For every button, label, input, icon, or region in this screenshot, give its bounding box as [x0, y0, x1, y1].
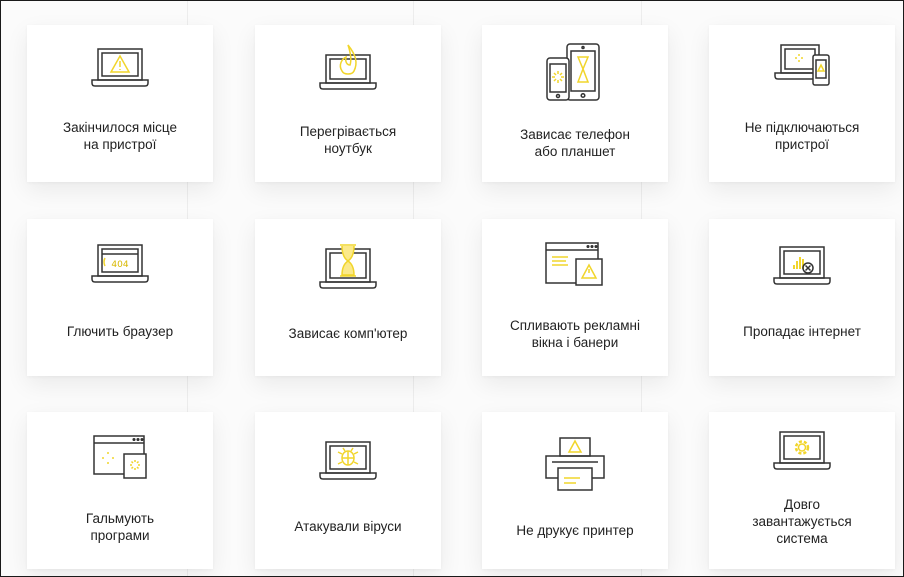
service-card[interactable]: Зависає комп'ютер [255, 219, 441, 376]
service-label: Зависає комп'ютер [288, 326, 408, 341]
service-label: Перегрівається ноутбук [299, 124, 397, 156]
browser-404-icon: 404 [88, 241, 152, 287]
windows-loading-icon [88, 432, 152, 482]
laptop-bug-icon [316, 438, 380, 484]
service-label: Закінчилося місце на пристрої [62, 120, 178, 152]
printer-warning-icon [542, 436, 608, 494]
laptop-no-internet-icon [770, 243, 834, 289]
service-label: Пропадає інтернет [743, 324, 861, 339]
laptop-gear-icon [770, 428, 834, 474]
service-label: Глючить браузер [66, 324, 174, 339]
service-label: Атакували віруси [294, 519, 402, 534]
laptop-flame-icon [316, 43, 380, 93]
services-grid: Закінчилося місце на пристрої Перегріває… [0, 0, 904, 577]
service-card[interactable]: Довго завантажується система [709, 412, 895, 569]
devices-connect-icon [769, 41, 835, 91]
service-card[interactable]: 404 Глючить браузер [27, 219, 213, 376]
service-card[interactable]: Закінчилося місце на пристрої [27, 25, 213, 182]
service-card[interactable]: Пропадає інтернет [709, 219, 895, 376]
service-card[interactable]: Не підключаються пристрої [709, 25, 895, 182]
laptop-warning-icon [88, 45, 152, 91]
laptop-hourglass-icon [316, 243, 380, 293]
service-card[interactable]: Атакували віруси [255, 412, 441, 569]
service-label: Довго завантажується система [752, 497, 852, 546]
service-label: Спливають рекламні вікна і банери [510, 318, 640, 350]
service-card[interactable]: Зависає телефон або планшет [482, 25, 668, 182]
popup-ads-icon [542, 239, 608, 289]
service-label: Зависає телефон або планшет [520, 127, 630, 159]
phone-tablet-hourglass-icon [543, 42, 607, 104]
service-label: Не друкує принтер [516, 523, 634, 538]
service-label: Гальмують програми [85, 511, 155, 543]
service-card[interactable]: Гальмують програми [27, 412, 213, 569]
service-card[interactable]: Перегрівається ноутбук [255, 25, 441, 182]
svg-text:404: 404 [111, 260, 128, 270]
service-card[interactable]: Не друкує принтер [482, 412, 668, 569]
service-card[interactable]: Спливають рекламні вікна і банери [482, 219, 668, 376]
service-label: Не підключаються пристрої [744, 120, 860, 152]
